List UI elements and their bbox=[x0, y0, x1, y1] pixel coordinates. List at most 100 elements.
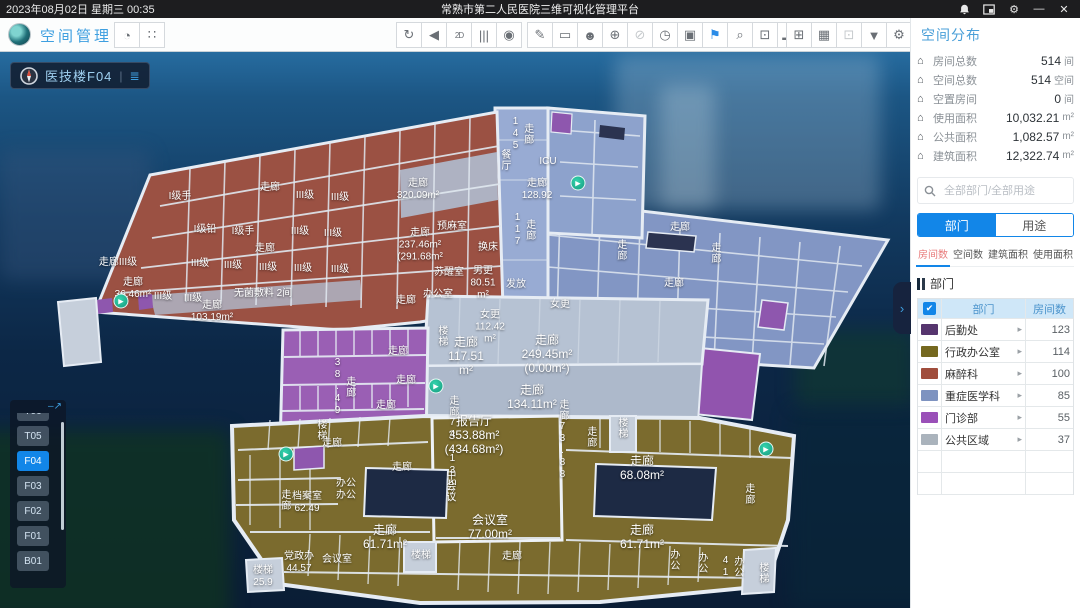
building-stat-icon: ⌂ bbox=[917, 93, 933, 105]
space-distribution-panel: 空间分布 ⌂ 房间总数 514 间 ⌂ 空间总数 514 空间 ⌂ 空置房间 0… bbox=[910, 18, 1080, 608]
stat-row: ⌂ 房间总数 514 间 bbox=[917, 51, 1074, 70]
subtab-space-count[interactable]: 空间数 bbox=[953, 246, 983, 261]
floor-button-t06[interactable]: T06 bbox=[17, 413, 49, 421]
people-icon[interactable]: ☻ bbox=[577, 22, 603, 48]
room-label: 档案室 62.49 bbox=[292, 491, 322, 515]
3d-scene-viewport[interactable]: I级手III级III级走廊走廊 320.09m²I级铅I级手III级III级走廊… bbox=[0, 0, 910, 608]
cctv-marker-icon[interactable]: ▶ bbox=[759, 442, 774, 457]
visibility-icon[interactable]: ◉ bbox=[496, 22, 522, 48]
pie-chart-icon[interactable]: ◔ bbox=[114, 22, 140, 48]
floor-button-f03[interactable]: F03 bbox=[17, 476, 49, 496]
stat-row: ⌂ 空置房间 0 间 bbox=[917, 89, 1074, 108]
subtab-room-count[interactable]: 房间数 bbox=[918, 246, 948, 261]
history-icon[interactable]: ◷ bbox=[652, 22, 678, 48]
room-label: 走廊 128.92 bbox=[522, 178, 553, 202]
table-row[interactable]: 后勤处▸ 123 bbox=[918, 319, 1073, 341]
department-color-swatch bbox=[921, 368, 938, 379]
stat-label: 房间总数 bbox=[933, 53, 977, 69]
stat-unit: m² bbox=[1062, 131, 1074, 142]
tab-usage[interactable]: 用途 bbox=[996, 214, 1074, 236]
room-label: III级 bbox=[154, 291, 172, 303]
room-label: ICU bbox=[539, 156, 556, 168]
room-label: 走廊 bbox=[670, 222, 690, 234]
floor-list: T06 T05 F04 F03 F02 F01 B01 bbox=[17, 413, 60, 589]
settings-gear-icon[interactable]: ⚙ bbox=[1008, 3, 1020, 15]
floor-button-b01[interactable]: B01 bbox=[17, 551, 49, 571]
edit-icon[interactable]: ⊡ bbox=[752, 22, 778, 48]
floor-button-f01[interactable]: F01 bbox=[17, 526, 49, 546]
close-icon[interactable]: ✕ bbox=[1058, 3, 1070, 15]
stat-row: ⌂ 建筑面积 12,322.74 m² bbox=[917, 146, 1074, 165]
notification-bell-icon[interactable] bbox=[958, 3, 970, 15]
table-row[interactable]: 门诊部▸ 55 bbox=[918, 407, 1073, 429]
2d-mode-icon[interactable]: 2D bbox=[446, 22, 472, 48]
stat-row: ⌂ 公共面积 1,082.57 m² bbox=[917, 127, 1074, 146]
expand-panel-icon[interactable]: –↗ bbox=[48, 401, 62, 412]
department-color-swatch bbox=[921, 434, 938, 445]
filter-icon[interactable]: ▼ bbox=[861, 22, 887, 48]
room-count-value: 85 bbox=[1026, 385, 1073, 406]
floor-split-icon[interactable]: ||| bbox=[471, 22, 497, 48]
room-label: I级手 bbox=[169, 191, 192, 203]
tab-department[interactable]: 部门 bbox=[918, 214, 996, 236]
table-row[interactable]: 公共区域▸ 37 bbox=[918, 429, 1073, 451]
table-row[interactable]: 麻醉科▸ 100 bbox=[918, 363, 1073, 385]
room-label: 走廊 bbox=[278, 489, 290, 511]
room-label: 走廊 bbox=[376, 400, 396, 412]
room-label: III级 bbox=[331, 264, 349, 276]
cctv-marker-icon[interactable]: ▶ bbox=[279, 447, 294, 462]
dashboard-icon[interactable]: ⊞ bbox=[786, 22, 812, 48]
room-label: 办公室 bbox=[423, 289, 453, 301]
room-label: 男更 80.51 m² bbox=[470, 265, 495, 300]
stat-value: 514 bbox=[1041, 54, 1061, 68]
stat-unit: m² bbox=[1062, 112, 1074, 123]
table-row[interactable]: 重症医学科▸ 85 bbox=[918, 385, 1073, 407]
cctv-marker-icon[interactable]: ▶ bbox=[571, 176, 586, 191]
snapshot-icon[interactable]: ▣ bbox=[677, 22, 703, 48]
cctv-icon[interactable]: ⚑ bbox=[702, 22, 728, 48]
floor-scrollbar[interactable] bbox=[61, 422, 64, 530]
room-label: I级铅 bbox=[194, 224, 217, 236]
stat-value: 10,032.21 bbox=[1006, 111, 1059, 125]
reset-view-icon[interactable]: ↻ bbox=[396, 22, 422, 48]
room-label: 会议室 bbox=[322, 554, 352, 566]
subtab-building-area[interactable]: 建筑面积 bbox=[988, 246, 1028, 261]
expand-arrow-icon: ▸ bbox=[1017, 390, 1022, 401]
floor-button-f02[interactable]: F02 bbox=[17, 501, 49, 521]
department-name: 后勤处 bbox=[945, 322, 978, 338]
section-header: 部门 bbox=[917, 275, 1074, 292]
minimize-icon[interactable]: — bbox=[1033, 3, 1045, 15]
room-label: 无菌敷料 2间 bbox=[234, 288, 292, 300]
grid-view-icon[interactable]: ∷ bbox=[139, 22, 165, 48]
select-all-checkbox[interactable]: ✔ bbox=[923, 302, 936, 315]
back-icon[interactable]: ◀ bbox=[421, 22, 447, 48]
globe-icon[interactable]: ⊕ bbox=[602, 22, 628, 48]
room-label: 走廊III级 bbox=[99, 257, 137, 269]
subtab-usable-area[interactable]: 使用面积 bbox=[1033, 246, 1073, 261]
cctv-marker-icon[interactable]: ▶ bbox=[429, 379, 444, 394]
camera-off-icon[interactable]: ⊘ bbox=[627, 22, 653, 48]
search-icon[interactable]: ⌕ bbox=[727, 22, 753, 48]
table-row[interactable]: 行政办公室▸ 114 bbox=[918, 341, 1073, 363]
stat-unit: 间 bbox=[1064, 91, 1074, 106]
room-label: 走廊 117 bbox=[511, 212, 535, 248]
badge-divider: | bbox=[119, 69, 122, 83]
draw-icon[interactable]: ✎ bbox=[527, 22, 553, 48]
label-card-icon[interactable]: ▭ bbox=[552, 22, 578, 48]
cctv-marker-icon[interactable]: ▶ bbox=[114, 294, 129, 309]
compass-icon[interactable] bbox=[20, 67, 38, 85]
screen-capture-icon[interactable] bbox=[983, 3, 995, 15]
floor-button-f04[interactable]: F04 bbox=[17, 451, 49, 471]
room-count-value: 100 bbox=[1026, 363, 1073, 384]
department-search-box bbox=[917, 177, 1074, 204]
floor-plan-3d[interactable]: I级手III级III级走廊走廊 320.09m²I级铅I级手III级III级走廊… bbox=[0, 0, 910, 608]
floor-list-icon[interactable]: ≣ bbox=[130, 69, 140, 83]
search-input[interactable] bbox=[942, 184, 1067, 198]
panel-collapse-handle[interactable]: › bbox=[893, 282, 911, 334]
stats-list: ⌂ 房间总数 514 间 ⌂ 空间总数 514 空间 ⌂ 空置房间 0 间 ⌂ … bbox=[917, 51, 1074, 165]
floor-button-t05[interactable]: T05 bbox=[17, 426, 49, 446]
edit-disabled-icon[interactable]: ⊡ bbox=[836, 22, 862, 48]
table-icon[interactable]: ▦ bbox=[811, 22, 837, 48]
room-label: III级 bbox=[324, 228, 342, 240]
settings-icon[interactable]: ⚙ bbox=[886, 22, 912, 48]
